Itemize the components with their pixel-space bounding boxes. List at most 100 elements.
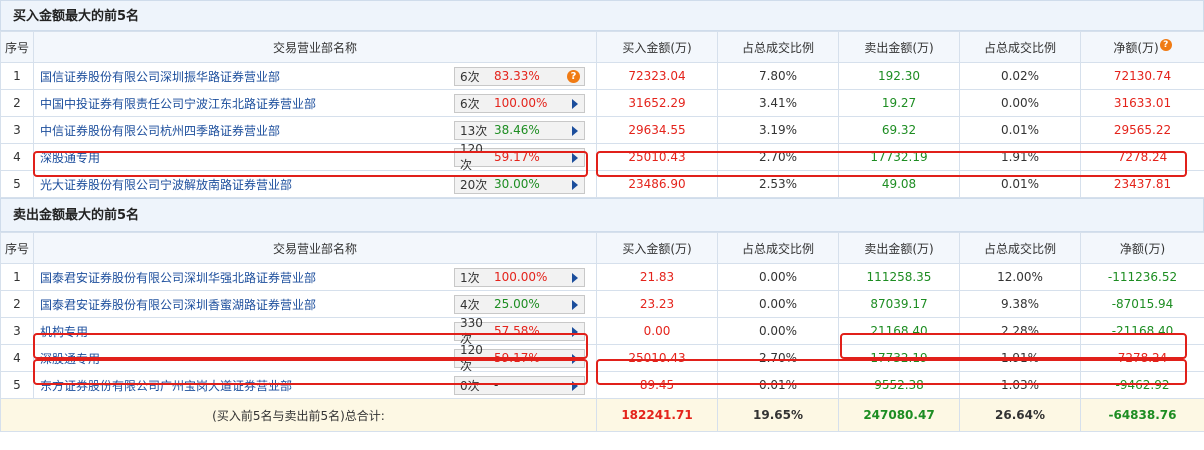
- col-sell-amount: 卖出金额(万): [838, 31, 960, 63]
- net-amount: 7278.24: [1080, 344, 1204, 372]
- col-broker-name: 交易营业部名称: [33, 232, 597, 264]
- broker-link[interactable]: 中信证券股份有限公司杭州四季路证券营业部: [34, 122, 280, 139]
- broker-link[interactable]: 中国中投证券有限责任公司宁波江东北路证券营业部: [34, 95, 316, 112]
- sell-ratio: 0.01%: [959, 116, 1081, 144]
- frequency-dropdown[interactable]: 1次 100.00%: [454, 267, 585, 287]
- sell-amount: 19.27: [838, 89, 960, 117]
- broker-link[interactable]: 深股通专用: [34, 149, 100, 166]
- list-success-rate: 59.17%: [494, 150, 540, 164]
- buy-amount: 29634.55: [596, 116, 718, 144]
- sell-ratio: 1.91%: [959, 143, 1081, 171]
- col-sell-amount: 卖出金额(万): [838, 232, 960, 264]
- frequency-dropdown[interactable]: 120次 59.17%: [454, 343, 585, 373]
- sell-amount: 9552.38: [838, 371, 960, 399]
- broker-link[interactable]: 东方证券股份有限公司广州宝岗大道证券营业部: [34, 377, 292, 394]
- list-count: 6次: [460, 96, 480, 111]
- expand-arrow-icon[interactable]: [572, 326, 578, 337]
- buy-ratio: 2.70%: [717, 344, 839, 372]
- col-broker-name: 交易营业部名称: [33, 31, 597, 63]
- row-index: 1: [0, 263, 34, 291]
- expand-arrow-icon[interactable]: [572, 353, 578, 364]
- col-buy-amount: 买入金额(万): [596, 31, 718, 63]
- list-success-rate: 100.00%: [494, 96, 548, 110]
- list-count: 20次: [460, 177, 488, 192]
- buy-ratio: 0.00%: [717, 290, 839, 318]
- table-row: 5 光大证券股份有限公司宁波解放南路证券营业部 20次 30.00% 23486.90 2…: [0, 170, 1204, 198]
- buy-ratio: 0.01%: [717, 371, 839, 399]
- row-index: 2: [0, 89, 34, 117]
- question-icon[interactable]: ?: [567, 69, 580, 83]
- buy-amount: 25010.43: [596, 143, 718, 171]
- col-index: 序号: [0, 232, 34, 264]
- broker-cell: 中国中投证券有限责任公司宁波江东北路证券营业部 6次 100.00%: [33, 89, 597, 117]
- total-label: (买入前5名与卖出前5名)总合计:: [0, 398, 597, 432]
- buy-amount: 89.45: [596, 371, 718, 399]
- frequency-dropdown[interactable]: 20次 30.00%: [454, 174, 585, 194]
- broker-link[interactable]: 国泰君安证券股份有限公司深圳香蜜湖路证券营业部: [34, 296, 316, 313]
- list-count: 13次: [460, 123, 488, 138]
- broker-cell: 深股通专用 120次 59.17%: [33, 142, 597, 172]
- broker-link[interactable]: 深股通专用: [34, 350, 100, 367]
- sell-amount: 69.32: [838, 116, 960, 144]
- buy-table-header: 序号 交易营业部名称 买入金额(万) 占总成交比例 卖出金额(万) 占总成交比例…: [0, 31, 1204, 63]
- expand-arrow-icon[interactable]: [572, 152, 578, 163]
- frequency-dropdown[interactable]: 6次 100.00%: [454, 93, 585, 113]
- row-index: 5: [0, 170, 34, 198]
- col-net-amount: 净额(万): [1080, 232, 1204, 264]
- buy-amount: 23486.90: [596, 170, 718, 198]
- broker-link[interactable]: 机构专用: [34, 323, 88, 340]
- sell-ratio: 1.03%: [959, 371, 1081, 399]
- list-count: 1次: [460, 270, 480, 285]
- sell-ratio: 9.38%: [959, 290, 1081, 318]
- frequency-dropdown[interactable]: 120次 59.17%: [454, 142, 585, 172]
- list-count: 6次: [460, 69, 480, 84]
- net-amount: -9462.92: [1080, 371, 1204, 399]
- broker-link[interactable]: 国泰君安证券股份有限公司深圳华强北路证券营业部: [34, 269, 316, 286]
- col-index: 序号: [0, 31, 34, 63]
- expand-arrow-icon[interactable]: [572, 380, 578, 391]
- broker-link[interactable]: 国信证券股份有限公司深圳振华路证券营业部: [34, 68, 280, 85]
- frequency-dropdown[interactable]: 6次 83.33%?: [454, 66, 585, 86]
- broker-cell: 机构专用 330次 57.58%: [33, 316, 597, 346]
- row-index: 4: [0, 344, 34, 372]
- frequency-dropdown[interactable]: 330次 57.58%: [454, 316, 585, 346]
- expand-arrow-icon[interactable]: [572, 125, 578, 136]
- sell-ratio: 0.01%: [959, 170, 1081, 198]
- sell-table-header: 序号 交易营业部名称 买入金额(万) 占总成交比例 卖出金额(万) 占总成交比例…: [0, 232, 1204, 264]
- total-net: -64838.76: [1080, 398, 1204, 432]
- buy-ratio: 0.00%: [717, 263, 839, 291]
- sell-amount: 21168.40: [838, 317, 960, 345]
- buy-table-body: 1 国信证券股份有限公司深圳振华路证券营业部 6次 83.33%? 72323.04 7.…: [0, 62, 1204, 198]
- total-sell-ratio: 26.64%: [959, 398, 1081, 432]
- list-success-rate: -: [494, 378, 499, 392]
- table-row: 4 深股通专用 120次 59.17% 25010.43 2.70% 17732.19 1.9…: [0, 142, 1204, 172]
- help-icon[interactable]: ?: [1159, 38, 1172, 51]
- list-success-rate: 59.17%: [494, 351, 540, 365]
- broker-cell: 国泰君安证券股份有限公司深圳华强北路证券营业部 1次 100.00%: [33, 263, 597, 291]
- sell-amount: 17732.19: [838, 344, 960, 372]
- expand-arrow-icon[interactable]: [572, 272, 578, 283]
- expand-arrow-icon[interactable]: [572, 179, 578, 190]
- frequency-dropdown[interactable]: 0次 -: [454, 375, 585, 395]
- total-sell: 247080.47: [838, 398, 960, 432]
- broker-cell: 国泰君安证券股份有限公司深圳香蜜湖路证券营业部 4次 25.00%: [33, 290, 597, 318]
- sell-ratio: 1.91%: [959, 344, 1081, 372]
- row-index: 3: [0, 116, 34, 144]
- buy-amount: 72323.04: [596, 62, 718, 90]
- row-index: 3: [0, 317, 34, 345]
- row-index: 5: [0, 371, 34, 399]
- row-index: 2: [0, 290, 34, 318]
- list-count: 4次: [460, 297, 480, 312]
- frequency-dropdown[interactable]: 13次 38.46%: [454, 120, 585, 140]
- table-row: 3 机构专用 330次 57.58% 0.00 0.00% 21168.40 2.28% -21…: [0, 316, 1204, 346]
- expand-arrow-icon[interactable]: [572, 98, 578, 109]
- frequency-dropdown[interactable]: 4次 25.00%: [454, 294, 585, 314]
- broker-link[interactable]: 光大证券股份有限公司宁波解放南路证券营业部: [34, 176, 292, 193]
- list-count: 120次: [460, 342, 483, 373]
- expand-arrow-icon[interactable]: [572, 299, 578, 310]
- sell-section-title: 卖出金额最大的前5名: [0, 198, 1204, 232]
- buy-amount: 21.83: [596, 263, 718, 291]
- net-amount: 29565.22: [1080, 116, 1204, 144]
- broker-cell: 光大证券股份有限公司宁波解放南路证券营业部 20次 30.00%: [33, 170, 597, 198]
- table-row: 1 国信证券股份有限公司深圳振华路证券营业部 6次 83.33%? 72323.04 7.…: [0, 62, 1204, 90]
